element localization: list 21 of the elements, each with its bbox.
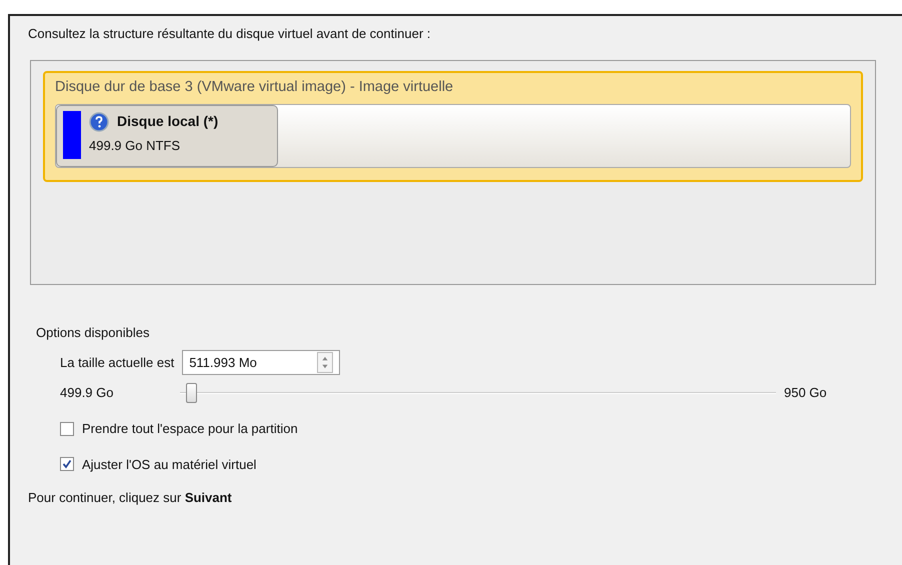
min-label: 499.9 Go [60,384,114,402]
disk-card[interactable]: Disque dur de base 3 (VMware virtual image) - Image virtuelle Disque local (*) 499.9 Go NTFS [43,70,863,182]
slider-thumb[interactable] [186,383,197,403]
disk-title: Disque dur de base 3 (VMware virtual image) - Image virtuelle [55,78,454,96]
checkbox-label[interactable]: Prendre tout l'espace pour la partition [82,419,298,438]
size-label: La taille actuelle est [60,354,174,372]
size-slider[interactable] [180,383,776,403]
partition-name: Disque local (*) [117,112,218,132]
options-heading: Options disponibles [36,324,150,342]
checkbox[interactable] [60,422,74,436]
max-label: 950 Go [784,384,827,402]
partition-info: 499.9 Go NTFS [89,137,182,156]
help-icon [89,112,109,132]
spinner-icon[interactable] [317,352,334,373]
size-field[interactable]: 511.993 Mo [182,350,340,375]
checkbox[interactable] [60,457,74,472]
partition-block[interactable]: Disque local (*) 499.9 Go NTFS [56,105,278,168]
footer-text: Pour continuer, cliquez sur Suivant [28,489,232,507]
check-icon [62,459,72,470]
checkbox-label[interactable]: Ajuster l'OS au matériel virtuel [82,454,256,474]
instruction-text: Consultez la structure résultante du disque virtuel avant de continuer : [28,25,431,43]
